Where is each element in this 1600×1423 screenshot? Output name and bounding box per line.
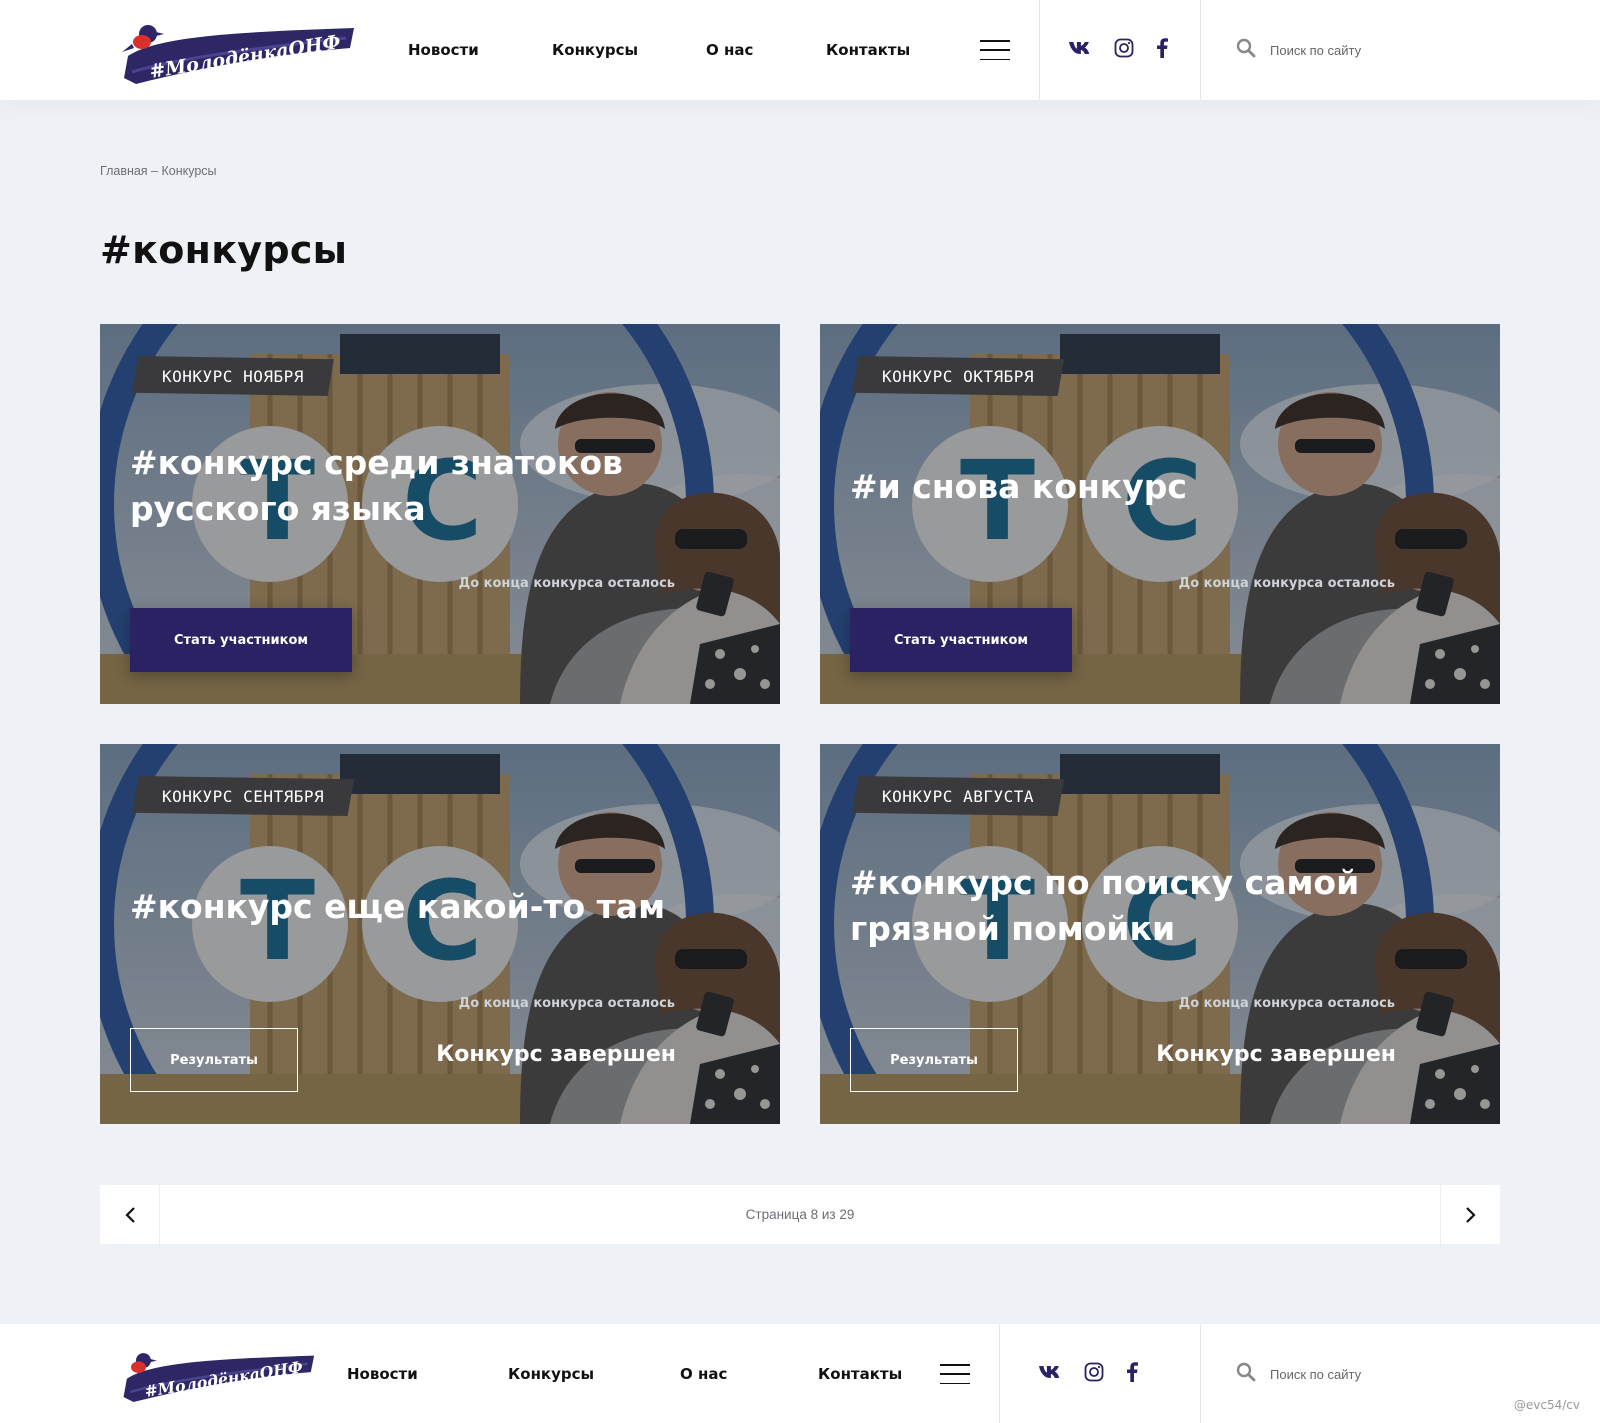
search-icon[interactable] [1236, 38, 1256, 63]
divider [1200, 0, 1201, 100]
contest-card[interactable]: T C Конкурс октября #и снова конкурс До … [820, 324, 1500, 704]
divider [999, 1324, 1000, 1423]
join-button[interactable]: Стать участником [850, 608, 1072, 672]
footer-nav-contacts[interactable]: Контакты [818, 1365, 902, 1383]
watermark: @evc54/cv [1513, 1398, 1580, 1412]
menu-burger-icon[interactable] [940, 1364, 970, 1384]
site-logo[interactable]: #МолодёнкаОНФ [118, 14, 358, 84]
contest-month-tag: Конкурс августа [852, 776, 1064, 816]
footer-search-input[interactable] [1270, 1367, 1470, 1382]
divider [1039, 0, 1040, 100]
facebook-icon[interactable] [1156, 38, 1168, 58]
pagination: Страница 8 из 29 [100, 1185, 1500, 1244]
contest-card[interactable]: T C Конкурс сентября #конкурс еще какой-… [100, 744, 780, 1124]
site-footer: #МолодёнкаОНФ Новости Конкурсы О нас Кон… [0, 1324, 1600, 1423]
search-input[interactable] [1270, 43, 1470, 58]
join-button[interactable]: Стать участником [130, 608, 352, 672]
tag-label: Конкурс октября [882, 366, 1034, 386]
next-page-button[interactable] [1440, 1185, 1500, 1244]
breadcrumb[interactable]: Главная – Конкурсы [100, 164, 217, 178]
site-header: #МолодёнкаОНФ Новости Конкурсы О нас Кон… [0, 0, 1600, 100]
nav-news[interactable]: Новости [408, 41, 479, 59]
contest-card[interactable]: T C Конкурс ноября #конкурс среди знаток… [100, 324, 780, 704]
facebook-icon[interactable] [1126, 1362, 1138, 1382]
time-remaining-label: До конца конкурса осталось [1178, 576, 1395, 591]
contest-finished-status: Конкурс завершен [436, 1042, 676, 1067]
footer-nav-contests[interactable]: Конкурсы [508, 1365, 594, 1383]
logo-graphic: #МолодёнкаОНФ [123, 1353, 315, 1402]
results-button[interactable]: Результаты [850, 1028, 1018, 1092]
chevron-left-icon [124, 1206, 135, 1223]
contest-title[interactable]: #конкурс еще какой-то там [130, 884, 690, 930]
divider [1200, 1324, 1201, 1423]
footer-logo[interactable]: #МолодёнкаОНФ [118, 1344, 318, 1402]
tag-label: Конкурс сентября [162, 786, 325, 806]
time-remaining-label: До конца конкурса осталось [458, 996, 675, 1011]
search-box [1236, 38, 1470, 63]
logo-graphic: #МолодёнкаОНФ [122, 25, 354, 84]
contest-title[interactable]: #и снова конкурс [850, 464, 1410, 510]
tag-label: Конкурс ноября [162, 366, 304, 386]
contest-month-tag: Конкурс октября [852, 356, 1064, 396]
time-remaining-label: До конца конкурса осталось [1178, 996, 1395, 1011]
contest-month-tag: Конкурс ноября [132, 356, 334, 396]
instagram-icon[interactable] [1084, 1362, 1104, 1382]
nav-about[interactable]: О нас [706, 41, 753, 59]
menu-burger-icon[interactable] [980, 40, 1010, 60]
vk-icon[interactable] [1068, 40, 1092, 56]
vk-icon[interactable] [1038, 1364, 1062, 1380]
instagram-icon[interactable] [1114, 38, 1134, 58]
page-indicator: Страница 8 из 29 [745, 1207, 855, 1222]
time-remaining-label: До конца конкурса осталось [458, 576, 675, 591]
nav-contacts[interactable]: Контакты [826, 41, 910, 59]
social-links [1038, 1362, 1138, 1382]
contest-title[interactable]: #конкурс по поиску самой грязной помойки [850, 860, 1410, 952]
tag-label: Конкурс августа [882, 786, 1034, 806]
results-button[interactable]: Результаты [130, 1028, 298, 1092]
social-links [1068, 38, 1168, 58]
search-icon[interactable] [1236, 1362, 1256, 1387]
contest-month-tag: Конкурс сентября [132, 776, 355, 816]
contest-card[interactable]: T C Конкурс августа #конкурс по поиску с… [820, 744, 1500, 1124]
footer-nav-about[interactable]: О нас [680, 1365, 727, 1383]
prev-page-button[interactable] [100, 1185, 160, 1244]
footer-search-box [1236, 1362, 1470, 1387]
footer-nav-news[interactable]: Новости [347, 1365, 418, 1383]
chevron-right-icon [1465, 1206, 1476, 1223]
contest-finished-status: Конкурс завершен [1156, 1042, 1396, 1067]
page-title: #конкурсы [100, 228, 348, 272]
nav-contests[interactable]: Конкурсы [552, 41, 638, 59]
contest-title[interactable]: #конкурс среди знатоков русского языка [130, 440, 690, 532]
